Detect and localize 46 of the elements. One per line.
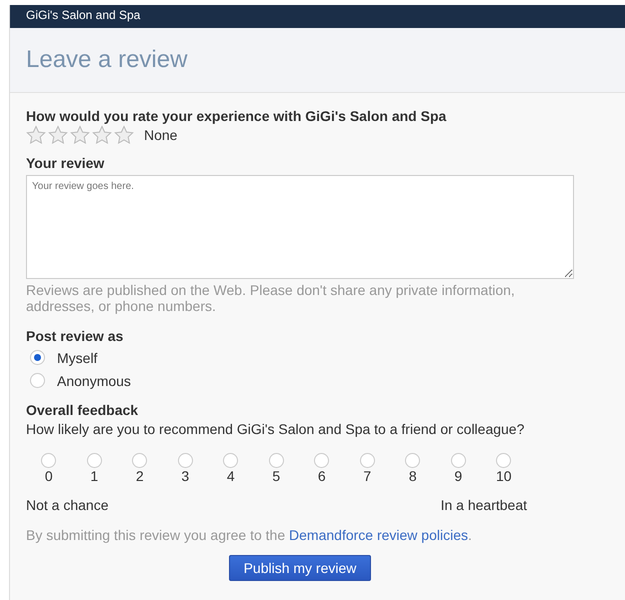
feedback-question: How likely are you to recommend GiGi's Salon and Spa to a friend or colleague? <box>26 421 526 437</box>
score-option[interactable]: 9 <box>436 453 481 484</box>
radio-button[interactable] <box>360 453 375 468</box>
publish-button[interactable]: Publish my review <box>228 555 372 581</box>
radio-button[interactable] <box>314 453 330 468</box>
radio-button[interactable] <box>132 453 148 468</box>
page-title: Leave a review <box>26 46 188 74</box>
radio-button[interactable] <box>86 453 102 468</box>
radio-button[interactable] <box>496 453 512 468</box>
low-label: Not a chance <box>26 497 108 513</box>
rating-value: None <box>144 127 178 143</box>
policy-notice: By submitting this review you agree to the Demandforce review policies. <box>26 527 473 543</box>
star-icon[interactable] <box>114 125 134 145</box>
review-field[interactable]: Your review goes here. <box>26 175 574 279</box>
radio-button[interactable] <box>268 453 284 468</box>
score-option[interactable]: 5 <box>254 453 299 484</box>
rating-question: How would you rate your experience with GiGi's Salon and Spa <box>26 108 448 124</box>
score-option[interactable]: 3 <box>162 453 208 484</box>
score-option[interactable]: 2 <box>117 453 162 484</box>
radio-button[interactable] <box>30 373 45 388</box>
star-icon[interactable] <box>92 125 112 145</box>
radio-button[interactable] <box>178 453 193 468</box>
star-icon[interactable] <box>70 125 90 145</box>
score-option[interactable]: 4 <box>208 453 254 484</box>
radio-option[interactable]: Anonymous <box>26 369 609 392</box>
score-option[interactable]: 6 <box>299 453 344 484</box>
radio-button[interactable] <box>223 453 238 468</box>
score-option[interactable]: 10 <box>481 453 526 484</box>
high-label: In a heartbeat <box>440 497 527 513</box>
star-icon[interactable] <box>26 125 46 145</box>
business-name: GiGi's Salon and Spa <box>26 8 140 22</box>
radio-option[interactable]: Myself <box>26 346 609 369</box>
policy-link[interactable]: Demandforce review policies <box>289 527 468 543</box>
radio-button[interactable] <box>450 453 466 468</box>
review-label: Your review <box>26 155 106 171</box>
post-as-label: Post review as <box>26 328 124 344</box>
score-option[interactable]: 1 <box>72 453 117 484</box>
feedback-label: Overall feedback <box>26 402 140 418</box>
score-option[interactable]: 8 <box>390 453 436 484</box>
score-option[interactable]: 7 <box>344 453 390 484</box>
score-option[interactable]: 0 <box>26 453 72 484</box>
privacy-hint: Reviews are published on the Web. Please don't share any private information, addresses, or phone numbers. <box>26 282 516 314</box>
radio-button[interactable] <box>30 350 45 365</box>
radio-button[interactable] <box>41 453 56 468</box>
radio-button[interactable] <box>405 453 420 468</box>
star-icon[interactable] <box>48 125 68 145</box>
